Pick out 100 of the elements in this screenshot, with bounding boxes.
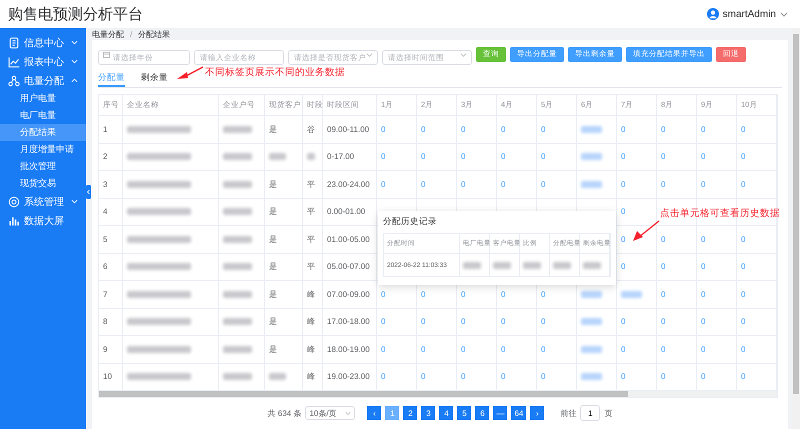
month-value-link[interactable]: 0 (697, 116, 737, 142)
month-value-link[interactable]: 0 (417, 308, 457, 335)
month-value-link[interactable]: 0 (697, 226, 737, 252)
prev-page-button[interactable]: ‹ (367, 406, 382, 420)
month-value-link[interactable]: 0 (497, 336, 537, 362)
month-value-link[interactable]: 0 (697, 308, 737, 335)
month-value-link[interactable]: 0 (697, 144, 737, 170)
month-value-link[interactable]: 0 (457, 336, 497, 362)
horizontal-scrollbar[interactable] (99, 391, 777, 397)
page-button[interactable]: 4 (439, 406, 454, 420)
month-value-link[interactable]: 0 (377, 336, 417, 362)
breadcrumb-item[interactable]: 电量分配 (92, 28, 124, 40)
sidebar-item[interactable]: 数据大屏 (0, 211, 86, 230)
month-value-link[interactable]: 0 (377, 171, 417, 198)
vertical-scrollbar[interactable] (792, 28, 800, 429)
month-value-link[interactable]: 0 (737, 144, 777, 170)
month-value-link[interactable]: 0 (617, 336, 657, 362)
month-value-link[interactable]: 0 (537, 144, 577, 170)
caret-icon[interactable] (780, 10, 788, 18)
month-value-link[interactable]: 0 (737, 308, 777, 335)
month-value-link[interactable]: 0 (497, 171, 537, 198)
page-button[interactable]: — (493, 406, 508, 420)
month-value-link[interactable]: 0 (537, 364, 577, 390)
month-value-link[interactable]: 0 (657, 308, 697, 335)
month-value-link[interactable]: 0 (457, 171, 497, 198)
month-value-link[interactable]: 0 (537, 336, 577, 362)
month-value-link[interactable]: 0 (377, 144, 417, 170)
month-value-link[interactable]: 0 (737, 226, 777, 252)
month-value-link[interactable]: 0 (417, 336, 457, 362)
month-value-link[interactable]: 0 (697, 364, 737, 390)
month-value-link[interactable]: 0 (657, 336, 697, 362)
month-value-link[interactable]: 0 (657, 281, 697, 308)
month-value-link[interactable]: 0 (417, 171, 457, 198)
sidebar-subitem[interactable]: 用户电量 (0, 90, 86, 107)
month-value-link[interactable]: 0 (617, 171, 657, 198)
caret-icon (345, 410, 352, 416)
month-value-link[interactable]: 0 (737, 254, 777, 280)
sidebar-subitem[interactable]: 批次管理 (0, 158, 86, 175)
month-value-link[interactable]: 0 (697, 254, 737, 280)
month-value-link[interactable]: 0 (497, 308, 537, 335)
month-value-link[interactable]: 0 (457, 364, 497, 390)
month-value-link[interactable]: 0 (617, 144, 657, 170)
page-size-select[interactable]: 10条/页 (305, 406, 356, 420)
month-value-link[interactable]: 0 (697, 281, 737, 308)
month-value-link[interactable]: 0 (617, 254, 657, 280)
redacted-text (581, 180, 602, 188)
month-value-link[interactable]: 0 (537, 116, 577, 142)
tab[interactable]: 分配量 (98, 70, 125, 87)
month-value-link[interactable]: 0 (377, 364, 417, 390)
month-value-link[interactable]: 0 (457, 144, 497, 170)
collapse-handle-icon[interactable] (86, 185, 91, 199)
sidebar-subitem[interactable]: 分配结果 (0, 124, 86, 141)
month-value-link[interactable]: 0 (697, 336, 737, 362)
sidebar-subitem[interactable]: 月度增量申请 (0, 141, 86, 158)
month-value-link[interactable]: 0 (537, 308, 577, 335)
sidebar-item[interactable]: 系统管理 (0, 192, 86, 211)
page-button[interactable]: 1 (385, 406, 400, 420)
month-value-link[interactable]: 0 (737, 336, 777, 362)
month-value-link[interactable]: 0 (617, 364, 657, 390)
month-value-link[interactable]: 0 (617, 116, 657, 142)
page-button[interactable]: 6 (475, 406, 490, 420)
page-button[interactable]: 2 (403, 406, 418, 420)
goto-input[interactable]: 1 (580, 405, 600, 421)
sidebar-item[interactable]: 报表中心 (0, 52, 86, 71)
page-button[interactable]: 5 (457, 406, 472, 420)
month-value-link[interactable]: 0 (417, 364, 457, 390)
month-value-link[interactable]: 0 (737, 116, 777, 142)
month-value-link[interactable]: 0 (657, 254, 697, 280)
page-button[interactable]: 64 (511, 406, 526, 420)
month-value-link[interactable]: 0 (457, 116, 497, 142)
month-value-link[interactable]: 0 (657, 364, 697, 390)
month-value-link[interactable]: 0 (737, 171, 777, 198)
month-value-link[interactable]: 0 (737, 281, 777, 308)
month-value-link[interactable]: 0 (377, 116, 417, 142)
page-button[interactable]: 3 (421, 406, 436, 420)
user-name[interactable]: smartAdmin (722, 8, 776, 20)
sidebar-subitem[interactable]: 电厂电量 (0, 107, 86, 124)
month-value-link[interactable]: 0 (617, 308, 657, 335)
month-value-link[interactable]: 0 (497, 144, 537, 170)
month-value-link[interactable]: 0 (377, 308, 417, 335)
month-value-link[interactable]: 0 (497, 364, 537, 390)
month-value-link[interactable]: 0 (657, 144, 697, 170)
redacted-text (223, 346, 252, 353)
tab[interactable]: 剩余量 (141, 70, 168, 87)
month-value-link[interactable]: 0 (657, 171, 697, 198)
month-value-link[interactable]: 0 (417, 144, 457, 170)
month-value-link[interactable]: 0 (737, 364, 777, 390)
sidebar-subitem[interactable]: 现货交易 (0, 175, 86, 192)
month-value-link[interactable]: 0 (617, 198, 657, 225)
month-value-link[interactable]: 0 (657, 116, 697, 142)
next-page-button[interactable]: › (530, 406, 544, 420)
month-value-link[interactable]: 0 (497, 116, 537, 142)
month-value-link[interactable]: 0 (417, 116, 457, 142)
avatar-icon[interactable] (706, 8, 719, 20)
month-value-link[interactable]: 0 (657, 226, 697, 252)
month-value-link[interactable]: 0 (537, 171, 577, 198)
month-value-link[interactable]: 0 (697, 171, 737, 198)
month-value-link[interactable]: 0 (457, 308, 497, 335)
sidebar-item[interactable]: 信息中心 (0, 33, 86, 52)
sidebar-item[interactable]: 电量分配 (0, 71, 86, 90)
